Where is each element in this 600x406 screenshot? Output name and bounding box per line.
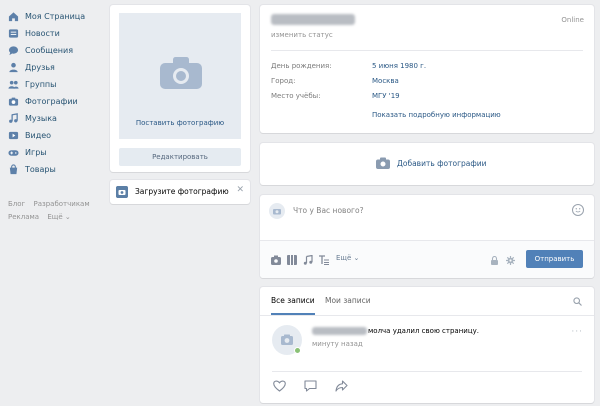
share-icon[interactable]: [335, 380, 348, 392]
games-icon: [8, 150, 19, 156]
sidebar-item-video[interactable]: Видео: [8, 127, 104, 144]
market-icon: [9, 164, 18, 175]
study-value[interactable]: МГУ '19: [372, 92, 400, 100]
video-icon: [8, 131, 19, 140]
close-icon[interactable]: ✕: [236, 185, 244, 195]
divider: [271, 50, 583, 51]
camera-icon: [273, 209, 281, 215]
gear-icon[interactable]: [506, 256, 515, 265]
music-icon: [9, 113, 18, 123]
sidebar-item-label: Товары: [25, 165, 56, 174]
sidebar-item-label: Фотографии: [25, 97, 78, 106]
sidebar-item-market[interactable]: Товары: [8, 161, 104, 178]
wall-card: Все записи Мои записи молча удалил свою …: [260, 287, 594, 403]
attach-video-icon[interactable]: [287, 255, 297, 265]
sidebar-item-photos[interactable]: Фотографии: [8, 93, 104, 110]
sidebar-item-label: Музыка: [25, 114, 57, 123]
avatar: [269, 203, 285, 219]
info-row-city: Город: Москва: [271, 77, 399, 85]
attach-text-icon[interactable]: [319, 255, 329, 265]
add-photos-button[interactable]: Добавить фотографии: [376, 157, 487, 169]
attach-music-icon[interactable]: [303, 255, 313, 265]
sidebar-item-music[interactable]: Музыка: [8, 110, 104, 127]
sidebar-footer: Блог Разработчикам Реклама Ещё ⌄: [8, 198, 108, 224]
online-status: Online: [561, 16, 584, 24]
sidebar-item-label: Сообщения: [25, 46, 74, 55]
profile-photo-placeholder[interactable]: Поставить фотографию: [119, 13, 241, 139]
sidebar-item-label: Моя Страница: [25, 12, 86, 21]
info-label: Город:: [271, 77, 296, 85]
show-details-link[interactable]: Показать подробную информацию: [372, 111, 501, 119]
tab-all-posts[interactable]: Все записи: [271, 287, 315, 315]
profile-name-blurred: [271, 14, 355, 25]
entry-text: молча удалил свою страницу.: [368, 327, 479, 335]
info-row-study: Место учёбы: МГУ '19: [271, 92, 400, 100]
sidebar-item-label: Друзья: [25, 63, 55, 72]
divider: [272, 371, 582, 372]
online-indicator: [294, 347, 301, 354]
attach-photo-icon[interactable]: [271, 255, 281, 265]
left-sidebar: Моя Страница Новости Сообщения Друзья Гр…: [8, 8, 104, 178]
change-status-link[interactable]: изменить статус: [271, 31, 333, 39]
sidebar-item-label: Игры: [25, 148, 47, 157]
sidebar-item-games[interactable]: Игры: [8, 144, 104, 161]
camera-icon: [160, 57, 202, 89]
add-photos-card: Добавить фотографии: [260, 143, 594, 185]
tab-my-posts[interactable]: Мои записи: [325, 287, 371, 315]
post-input[interactable]: Что у Вас нового?: [293, 206, 364, 215]
set-photo-label[interactable]: Поставить фотографию: [119, 119, 241, 127]
info-label: День рождения:: [271, 62, 332, 70]
add-photos-label: Добавить фотографии: [397, 158, 487, 168]
footer-link-ads[interactable]: Реклама: [8, 213, 39, 221]
more-options-icon[interactable]: ···: [571, 327, 583, 337]
comment-icon[interactable]: [304, 380, 317, 392]
sidebar-item-my-page[interactable]: Моя Страница: [8, 8, 104, 25]
info-label: Место учёбы:: [271, 92, 321, 100]
upload-photo-card[interactable]: Загрузите фотографию ✕: [110, 180, 250, 204]
search-icon[interactable]: [573, 297, 582, 306]
post-composer: Что у Вас нового? Ещё ⌄ Отправить: [260, 195, 594, 278]
birthday-value[interactable]: 5 июня 1980 г.: [372, 62, 426, 70]
news-icon: [8, 29, 19, 38]
footer-link-blog[interactable]: Блог: [8, 200, 25, 208]
avatar-card: Поставить фотографию Редактировать: [110, 5, 250, 172]
sidebar-item-label: Видео: [25, 131, 52, 140]
info-row-birthday: День рождения: 5 июня 1980 г.: [271, 62, 426, 70]
send-post-button[interactable]: Отправить: [526, 250, 583, 268]
camera-icon: [116, 186, 128, 198]
sidebar-item-label: Группы: [25, 80, 57, 89]
like-icon[interactable]: [273, 380, 286, 392]
sidebar-item-messages[interactable]: Сообщения: [8, 42, 104, 59]
edit-profile-button[interactable]: Редактировать: [119, 148, 241, 166]
sidebar-item-news[interactable]: Новости: [8, 25, 104, 42]
more-attachments-dropdown[interactable]: Ещё ⌄: [336, 254, 359, 262]
sidebar-item-label: Новости: [25, 29, 60, 38]
sidebar-item-groups[interactable]: Группы: [8, 76, 104, 93]
lock-icon[interactable]: [490, 256, 499, 265]
entry-author-blurred[interactable]: [312, 327, 367, 335]
post-toolbar: Ещё ⌄ Отправить: [260, 240, 594, 278]
entry-timestamp[interactable]: минуту назад: [312, 340, 363, 348]
friends-icon: [9, 62, 18, 73]
home-icon: [8, 12, 19, 22]
upload-photo-label: Загрузите фотографию: [135, 187, 229, 196]
photos-icon: [8, 97, 19, 106]
sidebar-item-friends[interactable]: Друзья: [8, 59, 104, 76]
footer-link-more[interactable]: Ещё ⌄: [47, 213, 70, 221]
camera-icon: [376, 157, 390, 169]
city-value[interactable]: Москва: [372, 77, 399, 85]
messages-icon: [8, 46, 19, 56]
footer-link-developers[interactable]: Разработчикам: [33, 200, 89, 208]
emoji-icon[interactable]: [572, 204, 584, 216]
groups-icon: [8, 80, 19, 89]
divider: [260, 315, 594, 316]
profile-info-card: Online изменить статус День рождения: 5 и…: [260, 5, 594, 133]
smile-icon: [575, 208, 581, 213]
